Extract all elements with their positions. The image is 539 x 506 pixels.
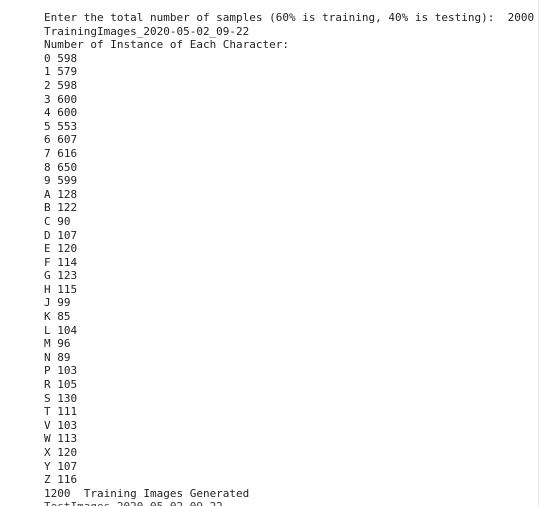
console-line: D 107: [44, 228, 78, 242]
console-output-area: Enter the total number of samples (60% i…: [0, 0, 539, 506]
console-line: Z 116: [44, 473, 78, 487]
console-line: 4 600: [44, 106, 78, 120]
console-line: E 120: [44, 242, 78, 256]
console-line: A 128: [44, 187, 78, 201]
console-line: J 99: [44, 296, 71, 310]
console-line: H 115: [44, 282, 78, 296]
console-line: F 114: [44, 255, 78, 269]
console-line: 1200 Training Images Generated: [44, 486, 250, 500]
console-line: R 105: [44, 378, 78, 392]
console-line: 5 553: [44, 119, 78, 133]
console-line: N 89: [44, 350, 71, 364]
console-line: 6 607: [44, 133, 78, 147]
input-prompt-line: Enter the total number of samples (60% i…: [44, 11, 535, 24]
console-line: P 103: [44, 364, 78, 378]
console-line: 0 598: [44, 51, 78, 65]
console-text: Enter the total number of samples (60% i…: [44, 11, 534, 506]
console-line: 8 650: [44, 160, 78, 174]
console-line: C 90: [44, 214, 71, 228]
console-line: 3 600: [44, 92, 78, 106]
console-line: X 120: [44, 446, 78, 459]
console-line: 9 599: [44, 174, 78, 188]
console-line: M 96: [44, 337, 71, 351]
console-line: L 104: [44, 323, 78, 337]
console-line: T 111: [44, 405, 78, 419]
console-line: Number of Instance of Each Character:: [44, 38, 290, 52]
console-line: 2 598: [44, 78, 78, 92]
console-line: Y 107: [44, 459, 78, 473]
console-line: W 113: [44, 432, 78, 446]
console-line: K 85: [44, 310, 71, 324]
console-line: V 103: [44, 418, 78, 432]
console-line: 1 579: [44, 65, 78, 79]
console-line: G 123: [44, 269, 78, 283]
console-line: S 130: [44, 391, 78, 405]
console-line: TrainingImages_2020-05-02_09-22: [44, 24, 250, 38]
console-line: B 122: [44, 201, 78, 215]
console-line-partial: TestImages_2020-05-02_09-22: [44, 500, 534, 506]
console-line: 7 616: [44, 146, 78, 160]
